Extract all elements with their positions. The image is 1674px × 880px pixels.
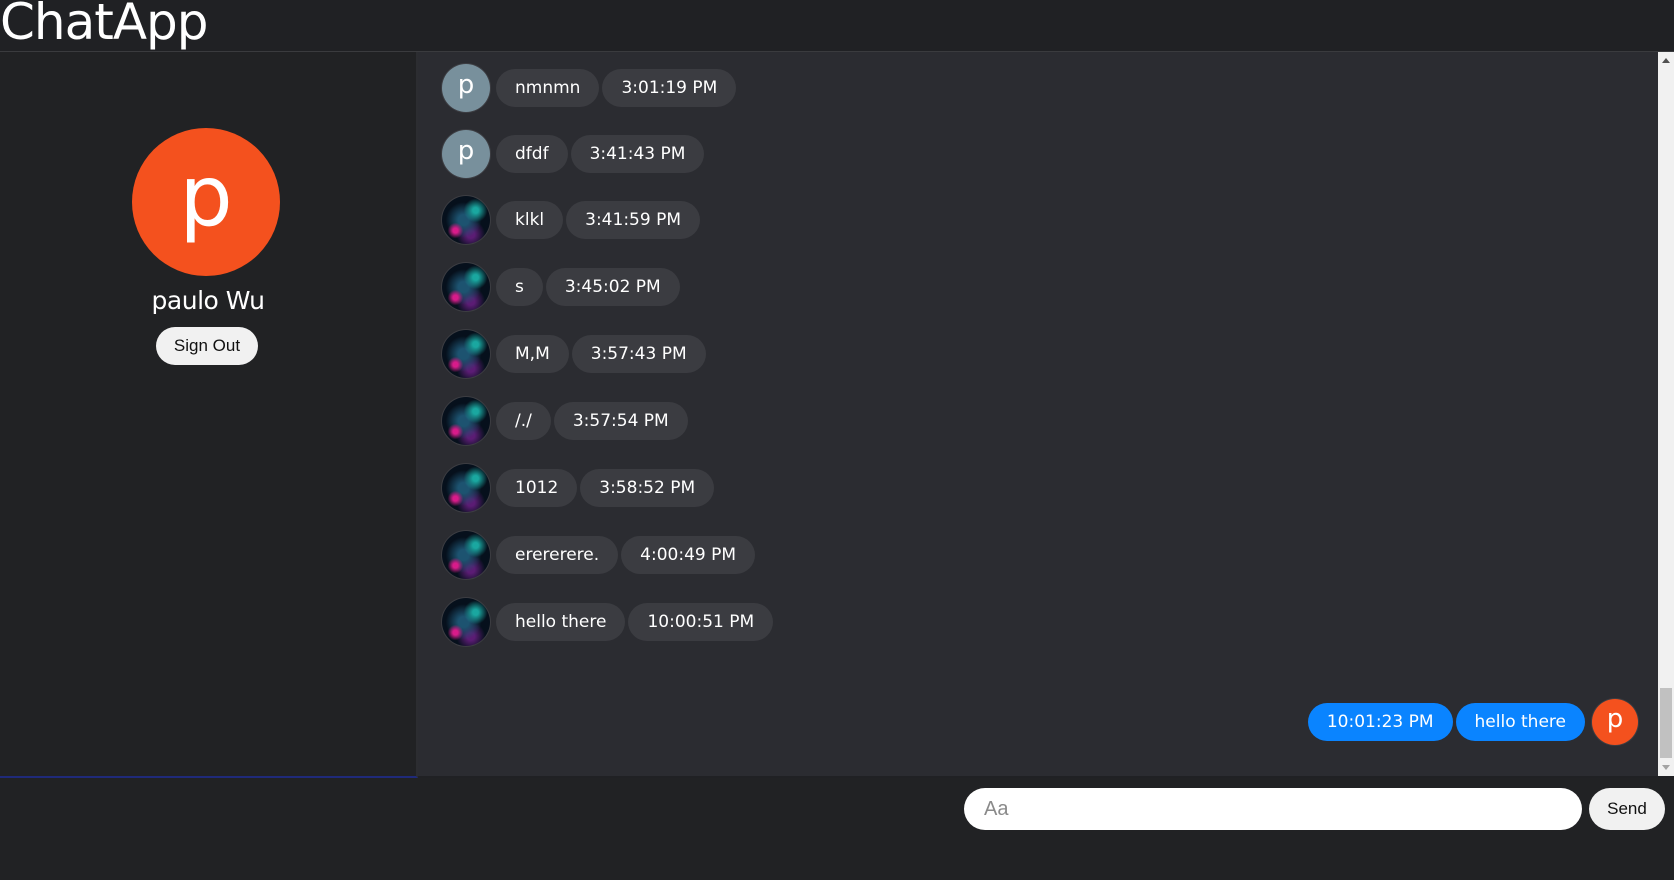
message-time: 10:00:51 PM — [628, 603, 774, 641]
galaxy-avatar[interactable] — [442, 196, 490, 244]
scroll-thumb[interactable] — [1660, 688, 1672, 758]
my-avatar[interactable]: p — [1592, 699, 1638, 745]
profile-name: paulo Wu — [151, 286, 265, 315]
message-text: klkl — [496, 201, 564, 239]
message-row: 1012 3:58:52 PM — [442, 463, 717, 513]
galaxy-avatar[interactable] — [442, 263, 490, 311]
message-time: 3:58:52 PM — [580, 469, 715, 507]
message-time: 3:57:43 PM — [571, 335, 706, 373]
app-title: ChatApp — [0, 0, 209, 51]
message-row: klkl 3:41:59 PM — [442, 195, 703, 245]
message-time: 3:45:02 PM — [545, 268, 680, 306]
galaxy-avatar[interactable] — [442, 464, 490, 512]
galaxy-avatar[interactable] — [442, 330, 490, 378]
profile-avatar: p — [132, 128, 280, 276]
message-text: s — [496, 268, 543, 306]
scroll-up-arrow-icon[interactable] — [1662, 58, 1670, 63]
app-header: ChatApp — [0, 0, 1674, 52]
message-text: hello there — [496, 603, 626, 641]
message-row: p dfdf 3:41:43 PM — [442, 129, 707, 179]
galaxy-avatar[interactable] — [442, 531, 490, 579]
message-text: erererere. — [496, 536, 619, 574]
message-list[interactable]: p nmnmn 3:01:19 PM p dfdf 3:41:43 PM klk… — [418, 52, 1658, 776]
message-time: 4:00:49 PM — [621, 536, 756, 574]
message-text: /./ — [496, 402, 551, 440]
message-text: 1012 — [496, 469, 578, 507]
message-text: M,M — [496, 335, 569, 373]
my-message-time: 10:01:23 PM — [1307, 703, 1453, 741]
profile-avatar-initial: p — [179, 147, 233, 245]
user-avatar[interactable]: p — [442, 64, 490, 112]
user-avatar[interactable]: p — [442, 130, 490, 178]
message-time: 3:57:54 PM — [553, 402, 688, 440]
galaxy-avatar[interactable] — [442, 598, 490, 646]
galaxy-avatar[interactable] — [442, 397, 490, 445]
message-time: 3:41:43 PM — [570, 135, 705, 173]
scroll-down-arrow-icon[interactable] — [1662, 765, 1670, 770]
message-row: /./ 3:57:54 PM — [442, 396, 691, 446]
profile-sidebar: p paulo Wu Sign Out — [0, 52, 418, 778]
composer-bar: Send — [0, 778, 1674, 880]
message-text: dfdf — [496, 135, 568, 173]
send-button[interactable]: Send — [1589, 788, 1665, 830]
sign-out-button[interactable]: Sign Out — [156, 327, 258, 365]
chat-scrollbar[interactable] — [1658, 52, 1674, 776]
message-input[interactable] — [964, 788, 1582, 830]
message-row: M,M 3:57:43 PM — [442, 329, 709, 379]
message-time: 3:01:19 PM — [602, 69, 737, 107]
message-text: nmnmn — [496, 69, 600, 107]
message-time: 3:41:59 PM — [566, 201, 700, 239]
message-row: p nmnmn 3:01:19 PM — [442, 63, 739, 113]
my-message-row: 10:01:23 PM hello there p — [1305, 697, 1638, 747]
my-message-text: hello there — [1455, 703, 1585, 741]
message-row: s 3:45:02 PM — [442, 262, 683, 312]
message-row: erererere. 4:00:49 PM — [442, 530, 758, 580]
message-row: hello there 10:00:51 PM — [442, 597, 776, 647]
